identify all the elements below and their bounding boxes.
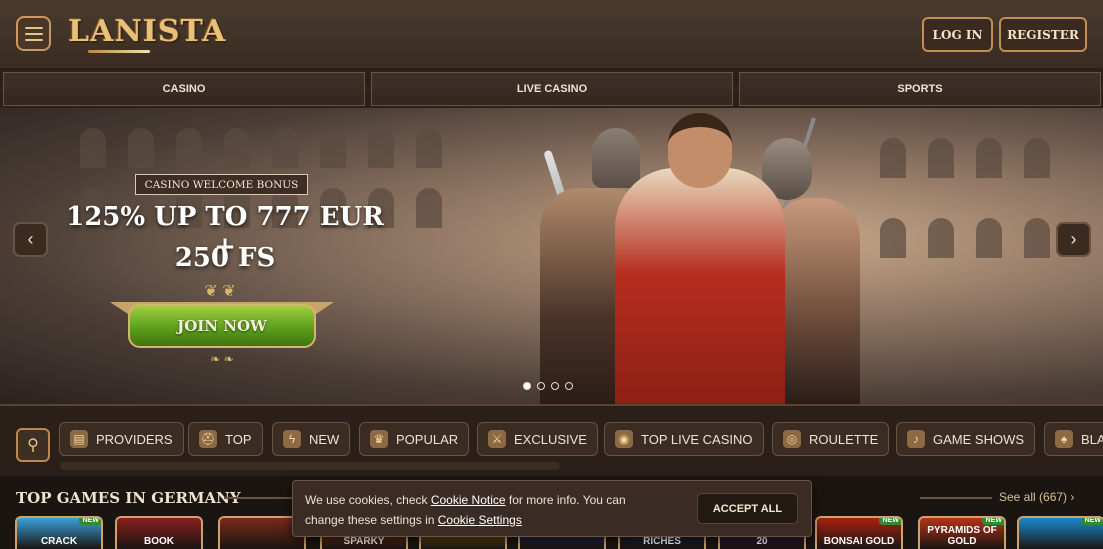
site-header: LANISTA LOG IN REGISTER: [0, 0, 1103, 70]
filter-top-live-casino[interactable]: ◉ TOP LIVE CASINO: [604, 422, 764, 456]
game-title: BOOK: [144, 536, 174, 547]
scroll-icon: ▤: [70, 430, 88, 448]
carousel-dot[interactable]: [523, 382, 531, 390]
filter-new[interactable]: ϟ NEW: [272, 422, 351, 456]
filters-scrollbar[interactable]: [60, 462, 560, 470]
tab-live-casino[interactable]: LIVE CASINO: [371, 72, 733, 106]
gladiator-center-illustration: [615, 168, 785, 404]
game-title: SPARKY: [343, 536, 385, 547]
search-icon[interactable]: ⚲: [16, 428, 50, 462]
lightning-icon: ϟ: [283, 430, 301, 448]
cookie-notice-link[interactable]: Cookie Notice: [431, 493, 506, 507]
new-badge: NEW: [981, 518, 1004, 525]
brand-logo[interactable]: LANISTA: [68, 14, 226, 49]
filter-label: TOP LIVE CASINO: [641, 431, 753, 447]
colosseum-arches: [80, 128, 500, 168]
filter-popular[interactable]: ♛ POPULAR: [359, 422, 470, 456]
hamburger-menu-button[interactable]: [16, 16, 51, 51]
filter-game-shows[interactable]: ♪ GAME SHOWS: [896, 422, 1036, 456]
roulette-icon: ◎: [783, 430, 801, 448]
horn-icon: ♪: [907, 430, 925, 448]
game-title: RICHES: [643, 536, 681, 547]
colosseum-arches: [880, 138, 1100, 178]
gladiator-head-illustration: [668, 113, 732, 188]
laurel-icon: ❧ ❧: [210, 352, 234, 366]
filter-providers[interactable]: ▤ PROVIDERS: [59, 422, 184, 456]
menu-bar-icon: [24, 26, 43, 29]
menu-bar-icon: [24, 32, 43, 35]
logo-sword-icon: [88, 50, 150, 53]
section-title: TOP GAMES IN GERMANY: [16, 489, 241, 507]
new-badge: NEW: [1080, 518, 1103, 525]
carousel-next-button[interactable]: ›: [1056, 222, 1091, 257]
carousel-dots: [523, 382, 573, 390]
carousel-dot[interactable]: [565, 382, 573, 390]
filter-top[interactable]: ⛑ TOP: [188, 422, 263, 456]
divider: [224, 497, 294, 499]
tab-casino[interactable]: CASINO: [3, 72, 365, 106]
main-nav: CASINO LIVE CASINO SPORTS: [0, 70, 1103, 108]
filter-exclusive[interactable]: ⚔ EXCLUSIVE: [477, 422, 598, 456]
carousel-prev-button[interactable]: ‹: [13, 222, 48, 257]
game-title: PYRAMIDS OF GOLD: [927, 525, 997, 547]
game-title: CRACK: [40, 536, 78, 547]
new-badge: NEW: [78, 518, 101, 525]
filter-label: PROVIDERS: [96, 431, 173, 447]
carousel-dot[interactable]: [551, 382, 559, 390]
filter-label: ROULETTE: [809, 431, 879, 447]
join-now-button[interactable]: JOIN NOW: [110, 296, 334, 354]
register-button[interactable]: REGISTER: [999, 17, 1087, 52]
cards-icon: ♠: [1055, 430, 1073, 448]
carousel-dot[interactable]: [537, 382, 545, 390]
cookie-settings-link[interactable]: Cookie Settings: [438, 513, 522, 527]
filter-label: EXCLUSIVE: [514, 431, 587, 447]
game-title: BONSAI GOLD: [823, 536, 895, 547]
cookie-text-part: We use cookies, check: [305, 493, 431, 507]
cookie-banner: We use cookies, check Cookie Notice for …: [292, 480, 812, 537]
gladiator-helmet-illustration: [592, 128, 640, 188]
game-tile[interactable]: PYRAMIDS OF GOLD NEW: [918, 516, 1006, 549]
game-category-filters: ⚲ ▤ PROVIDERS ⛑ TOP ϟ NEW ♛ POPULAR ⚔ EX…: [0, 404, 1103, 476]
cookie-text: We use cookies, check Cookie Notice for …: [305, 490, 665, 530]
game-tile[interactable]: BOOK: [115, 516, 203, 549]
filter-label: POPULAR: [396, 431, 459, 447]
filter-label: BLA: [1081, 431, 1103, 447]
filter-label: NEW: [309, 431, 340, 447]
filter-label: GAME SHOWS: [933, 431, 1025, 447]
promo-badge: CASINO WELCOME BONUS: [135, 174, 308, 195]
game-tile[interactable]: CRACK NEW: [15, 516, 103, 549]
menu-bar-icon: [24, 38, 43, 41]
accept-all-button[interactable]: ACCEPT ALL: [697, 493, 798, 524]
join-now-label[interactable]: JOIN NOW: [128, 304, 316, 348]
promo-headline: 250 FS: [174, 243, 276, 273]
game-tile[interactable]: NEW: [1017, 516, 1103, 549]
filter-blackjack[interactable]: ♠ BLA: [1044, 422, 1103, 456]
game-tile[interactable]: BONSAI GOLD NEW: [815, 516, 903, 549]
helmet-icon: ⛑: [199, 430, 217, 448]
see-all-link[interactable]: See all (667) ›: [999, 490, 1074, 504]
tab-sports[interactable]: SPORTS: [739, 72, 1101, 106]
crossed-swords-icon: ⚔: [488, 430, 506, 448]
coin-icon: ◉: [615, 430, 633, 448]
filter-roulette[interactable]: ◎ ROULETTE: [772, 422, 890, 456]
filter-label: TOP: [225, 431, 252, 447]
hero-banner: CASINO WELCOME BONUS 125% UP TO 777 EUR …: [0, 108, 1103, 404]
game-title: 20: [756, 536, 768, 547]
new-badge: NEW: [878, 518, 901, 525]
trophy-icon: ♛: [370, 430, 388, 448]
login-button[interactable]: LOG IN: [922, 17, 993, 52]
divider: [920, 497, 992, 499]
